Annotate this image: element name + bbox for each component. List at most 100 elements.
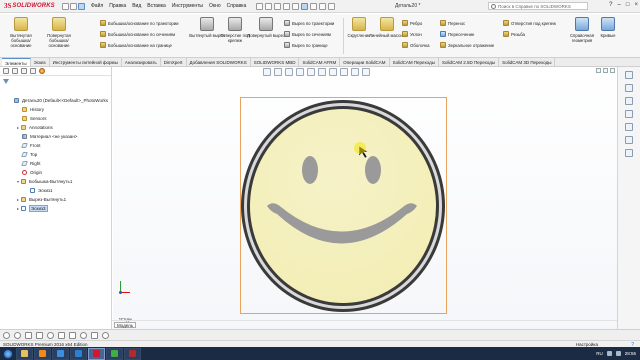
- menu-help[interactable]: Справка: [227, 3, 247, 9]
- taskbar-app-solidworks-2[interactable]: [124, 347, 141, 360]
- tree-item-right-plane[interactable]: Right: [21, 159, 41, 167]
- menu-insert[interactable]: Вставка: [147, 3, 166, 9]
- view-settings-icon[interactable]: [362, 68, 370, 76]
- menu-window[interactable]: Окно: [209, 3, 221, 9]
- save-icon[interactable]: [274, 2, 282, 10]
- tab-solidcam-3d[interactable]: SolidCAM 3D Переходы: [499, 58, 556, 66]
- tree-item-sketch1[interactable]: Эскиз1: [30, 186, 53, 194]
- curves-button[interactable]: Кривые: [597, 16, 619, 56]
- view-orientation-icon[interactable]: [307, 68, 315, 76]
- taskbar-app-solidworks[interactable]: [88, 347, 105, 360]
- thread-button[interactable]: Резьба: [503, 31, 525, 37]
- new-file-icon[interactable]: [70, 2, 77, 10]
- language-indicator[interactable]: RU: [596, 351, 603, 356]
- tree-item-history[interactable]: History: [22, 105, 44, 113]
- loft-boss-button[interactable]: Бобышка/основание по сечениям: [100, 31, 175, 37]
- options-gear-icon[interactable]: [328, 2, 336, 10]
- tab-model[interactable]: Модель: [114, 322, 137, 328]
- smart-dimension-icon[interactable]: [47, 331, 54, 339]
- boundary-boss-button[interactable]: Бобышка/основание на границе: [100, 42, 172, 48]
- convert-entities-icon[interactable]: [91, 331, 98, 339]
- apply-scene-icon[interactable]: [351, 68, 359, 76]
- loft-cut-button[interactable]: Вырез по сечениям: [284, 31, 331, 37]
- start-button[interactable]: [0, 347, 15, 360]
- draft-button[interactable]: Уклон: [402, 31, 422, 37]
- sweep-boss-button[interactable]: Бобышка/основание по траектории: [100, 20, 179, 26]
- print-icon[interactable]: [283, 2, 291, 10]
- help-button[interactable]: ?: [609, 2, 612, 8]
- menu-file[interactable]: Файл: [91, 3, 103, 9]
- close-button[interactable]: ×: [634, 2, 638, 8]
- tab-solidcam-afrm[interactable]: SolidCAM AFRM: [299, 58, 341, 66]
- boundary-cut-button[interactable]: Вырез по границе: [284, 42, 328, 48]
- shell-button[interactable]: Оболочка: [402, 42, 430, 48]
- extrude-boss-button[interactable]: Вытянутая бобышка/основание: [2, 16, 40, 56]
- help-search-input[interactable]: Поиск в Справке по SOLIDWORKS: [488, 2, 588, 10]
- tab-solidcam-operations[interactable]: Операции SolidCAM: [340, 58, 390, 66]
- tree-root[interactable]: Деталь20 (Default<<Default>_PhotoWorks: [14, 96, 108, 104]
- zoom-to-fit-icon[interactable]: [263, 68, 271, 76]
- restore-icon[interactable]: [596, 68, 601, 73]
- rib-button[interactable]: Ребро: [402, 20, 422, 26]
- design-library-icon[interactable]: [625, 84, 633, 92]
- hole-series-button[interactable]: Отверстия под крепеж: [503, 20, 556, 26]
- section-view-icon[interactable]: [296, 68, 304, 76]
- tab-dimxpert[interactable]: DimXpert: [161, 58, 187, 66]
- open-icon[interactable]: [265, 2, 273, 10]
- tree-item-front-plane[interactable]: Front: [21, 141, 41, 149]
- tab-sketch[interactable]: Эскиз: [31, 58, 50, 66]
- tree-item-origin[interactable]: Origin: [22, 168, 42, 176]
- menu-tools[interactable]: Инструменты: [172, 3, 203, 9]
- tree-item-cut-extrude1[interactable]: ▸ Вырез-Вытянуть1: [17, 195, 66, 203]
- tab-solidcam-transitions[interactable]: SolidCAM Переходы: [390, 58, 439, 66]
- maximize-button[interactable]: □: [626, 2, 630, 8]
- zoom-area-icon[interactable]: [274, 68, 282, 76]
- rectangle-tool-icon[interactable]: [25, 331, 32, 339]
- display-manager-icon[interactable]: [39, 68, 45, 74]
- circle-tool-icon[interactable]: [3, 331, 10, 339]
- filter-icon[interactable]: [3, 79, 9, 85]
- file-explorer-icon[interactable]: [625, 97, 633, 105]
- menu-edit[interactable]: Правка: [109, 3, 126, 9]
- tab-solidcam-25d[interactable]: SolidCAM 2.5D Переходы: [439, 58, 500, 66]
- linear-pattern-button[interactable]: Линейный массив: [368, 16, 406, 56]
- forum-icon[interactable]: [625, 149, 633, 157]
- mirror-button[interactable]: Зеркальное отражение: [440, 42, 494, 48]
- undo-icon[interactable]: [292, 2, 300, 10]
- select-icon[interactable]: [301, 2, 309, 10]
- new-icon[interactable]: [256, 2, 264, 10]
- taskbar-app-browser[interactable]: [52, 347, 69, 360]
- tree-item-top-plane[interactable]: Top: [21, 150, 37, 158]
- select-arrow-icon[interactable]: [78, 2, 85, 10]
- view-palette-icon[interactable]: [625, 110, 633, 118]
- hide-show-items-icon[interactable]: [329, 68, 337, 76]
- tab-features[interactable]: Элементы: [2, 58, 31, 66]
- revolve-cut-button[interactable]: Повернутый вырез: [247, 16, 285, 56]
- volume-icon[interactable]: [615, 351, 621, 356]
- taskbar-app-photoshop[interactable]: [70, 347, 87, 360]
- solidworks-resources-icon[interactable]: [625, 71, 633, 79]
- spline-tool-icon[interactable]: [36, 331, 43, 339]
- previous-view-icon[interactable]: [285, 68, 293, 76]
- custom-properties-icon[interactable]: [625, 136, 633, 144]
- reference-geometry-button[interactable]: Справочная геометрия: [563, 16, 601, 56]
- tab-addins[interactable]: Добавления SOLIDWORKS: [187, 58, 251, 66]
- taskbar-app-chrome[interactable]: [106, 347, 123, 360]
- graphics-area[interactable]: *Спди: [113, 67, 617, 345]
- network-icon[interactable]: [606, 351, 612, 356]
- tree-item-sketch3[interactable]: ▸ Эскиз3: [17, 204, 48, 212]
- tree-item-annotations[interactable]: ▸ Annotations: [17, 123, 53, 131]
- maximize-icon[interactable]: [603, 68, 608, 73]
- display-style-icon[interactable]: [318, 68, 326, 76]
- tree-item-boss-extrude1[interactable]: ▾ Бобышка-Вытянуть1: [17, 177, 72, 185]
- file-properties-icon[interactable]: [319, 2, 327, 10]
- configuration-manager-icon[interactable]: [21, 68, 27, 74]
- tab-mold-tools[interactable]: Инструменты литейной формы: [50, 58, 122, 66]
- minimize-button[interactable]: –: [618, 2, 621, 8]
- wrap-button[interactable]: Перенос: [440, 20, 465, 26]
- tree-item-material[interactable]: Материал <не указан>: [22, 132, 77, 140]
- clock[interactable]: 28:55: [625, 351, 636, 356]
- sweep-cut-button[interactable]: Вырез по траектории: [284, 20, 334, 26]
- edit-appearance-icon[interactable]: [340, 68, 348, 76]
- tab-mbd[interactable]: SOLIDWORKS MBD: [251, 58, 300, 66]
